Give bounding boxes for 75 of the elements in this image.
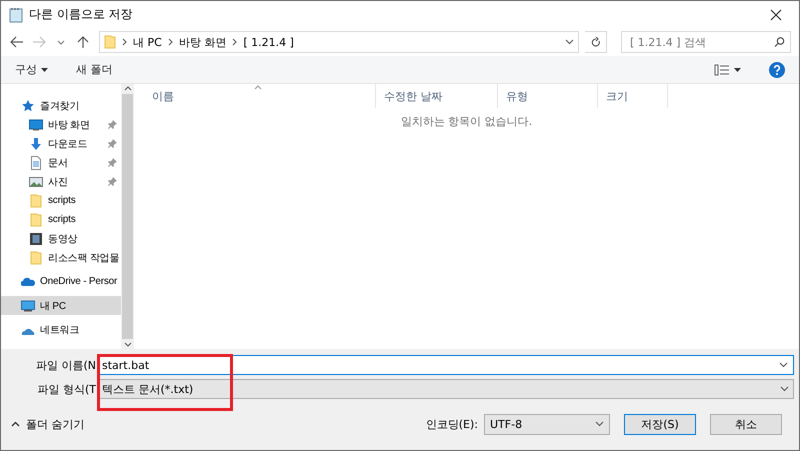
- chevron-right-icon: [232, 38, 238, 46]
- sidebar-item[interactable]: 문서: [1, 153, 121, 172]
- sidebar-item[interactable]: 사진: [1, 172, 121, 191]
- chevron-up-icon: [11, 421, 20, 427]
- cancel-button[interactable]: 취소: [710, 414, 782, 434]
- up-button[interactable]: [75, 34, 91, 50]
- help-button[interactable]: [769, 62, 785, 78]
- chevron-right-icon: [122, 38, 127, 46]
- pin-icon[interactable]: [108, 139, 117, 148]
- close-icon: [770, 8, 782, 20]
- breadcrumb-item[interactable]: 내 PC: [133, 34, 162, 50]
- address-bar[interactable]: 내 PC 바탕 화면 [ 1.21.4 ]: [99, 31, 579, 53]
- pin-icon[interactable]: [108, 158, 117, 167]
- pin-icon[interactable]: [108, 120, 117, 129]
- sidebar-item[interactable]: scripts: [1, 210, 121, 229]
- sidebar-item[interactable]: OneDrive - Persor: [1, 272, 121, 291]
- sidebar-item[interactable]: 리소스팩 작업물: [1, 248, 121, 267]
- folder-icon: [104, 35, 116, 49]
- column-header[interactable]: 유형: [498, 84, 598, 108]
- filetype-dropdown[interactable]: 텍스트 문서(*.txt): [97, 379, 794, 399]
- notepad-icon: [9, 6, 23, 22]
- encoding-label: 인코딩(E):: [426, 416, 478, 432]
- empty-message: 일치하는 항목이 없습니다.: [400, 114, 532, 129]
- download-arrow-icon: [29, 136, 43, 150]
- picture-frame-icon: [29, 174, 43, 188]
- sidebar-item[interactable]: 즐겨찾기: [1, 96, 121, 115]
- sidebar-item[interactable]: scripts: [1, 191, 121, 210]
- sidebar-item[interactable]: 다운로드: [1, 134, 121, 153]
- scroll-down-icon[interactable]: [124, 341, 132, 349]
- column-header[interactable]: 수정한 날짜: [376, 84, 498, 108]
- help-icon: [769, 62, 785, 78]
- chevron-down-icon: [565, 39, 574, 45]
- column-header[interactable]: 이름: [144, 84, 376, 108]
- hide-folders-button[interactable]: 폴더 숨기기: [11, 416, 84, 432]
- sidebar-item[interactable]: 동영상: [1, 229, 121, 248]
- column-header[interactable]: 크기: [598, 84, 668, 108]
- film-icon: [29, 232, 43, 246]
- back-button[interactable]: [9, 34, 25, 50]
- refresh-icon: [590, 36, 600, 48]
- breadcrumb-item[interactable]: [ 1.21.4 ]: [243, 36, 294, 48]
- list-view-icon: [714, 64, 730, 76]
- chevron-down-icon: [780, 386, 789, 392]
- sidebar-item[interactable]: 네트워크: [1, 320, 121, 339]
- window-title: 다른 이름으로 저장: [29, 6, 134, 23]
- folder-icon: [29, 194, 43, 208]
- sidebar-item[interactable]: 내 PC: [1, 296, 121, 315]
- star-icon: [21, 98, 35, 112]
- scroll-up-icon[interactable]: [124, 84, 132, 92]
- scrollbar[interactable]: [121, 84, 134, 349]
- chevron-right-icon: [168, 38, 173, 46]
- encoding-dropdown[interactable]: UTF-8: [484, 414, 610, 434]
- monitor-icon: [29, 118, 43, 132]
- caret-icon: [734, 68, 741, 72]
- search-field[interactable]: [ 1.21.4 ] 검색: [621, 31, 791, 53]
- chevron-down-icon: [57, 40, 65, 44]
- sort-caret-icon: [254, 85, 262, 90]
- organize-button[interactable]: 구성: [15, 62, 48, 77]
- breadcrumb-item[interactable]: 바탕 화면: [178, 34, 226, 50]
- field-label: 파일 형식(T: [36, 382, 97, 396]
- filename-field[interactable]: start.bat: [97, 355, 794, 375]
- chevron-down-icon: [595, 421, 604, 427]
- document-icon: [29, 156, 43, 170]
- search-icon: [774, 36, 785, 48]
- folder-icon: [29, 212, 43, 226]
- view-options-button[interactable]: [714, 64, 741, 76]
- refresh-button[interactable]: [585, 31, 607, 53]
- chevron-down-icon: [779, 362, 788, 368]
- caret-icon: [41, 68, 48, 72]
- new-folder-button[interactable]: 새 폴더: [76, 62, 112, 77]
- computer-icon: [21, 298, 35, 312]
- field-label: 파일 이름(N: [34, 358, 97, 372]
- pin-icon[interactable]: [108, 177, 117, 186]
- save-button[interactable]: 저장(S): [624, 414, 696, 434]
- sidebar-item[interactable]: 바탕 화면: [1, 115, 121, 134]
- folder-icon: [29, 250, 43, 264]
